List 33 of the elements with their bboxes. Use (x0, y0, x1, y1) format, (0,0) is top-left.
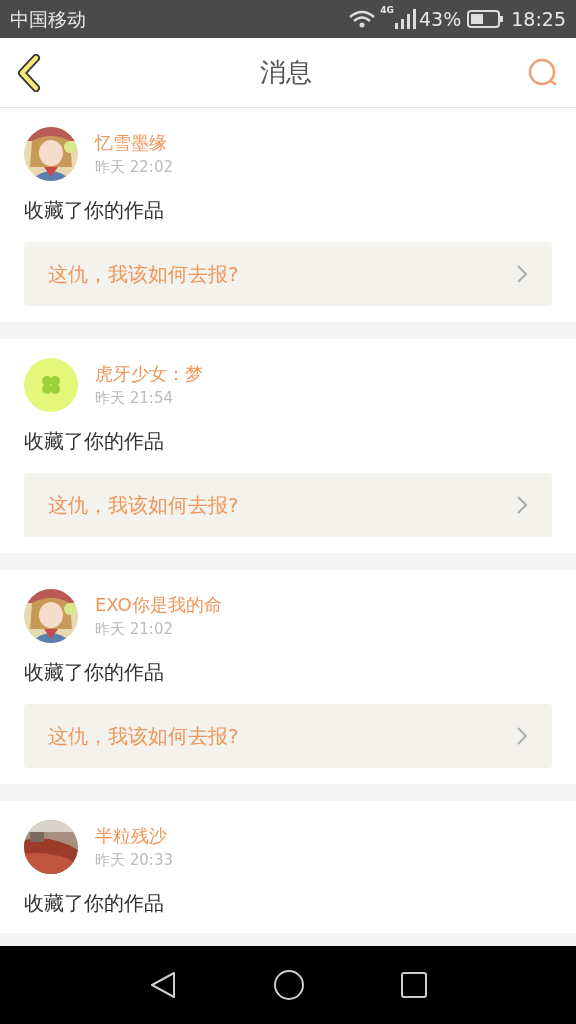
user-name[interactable]: 虎牙少女：梦 (95, 361, 203, 387)
message-text: 收藏了你的作品 (24, 659, 165, 686)
clock: 18:25 (511, 6, 566, 32)
user-name[interactable]: 忆雪墨缘 (95, 130, 173, 156)
signal-icon (394, 9, 416, 29)
message-card[interactable]: 虎牙少女：梦 昨天 21:54 收藏了你的作品 这仇，我该如何去报? (0, 339, 576, 553)
message-time: 昨天 22:02 (95, 157, 173, 178)
work-link[interactable]: 这仇，我该如何去报? (24, 242, 552, 306)
carrier-name: 中国移动 (10, 6, 86, 32)
chevron-right-icon (516, 264, 528, 284)
message-time: 昨天 21:54 (95, 388, 174, 409)
chevron-right-icon (516, 495, 528, 515)
message-text: 收藏了你的作品 (24, 428, 165, 455)
message-text: 收藏了你的作品 (24, 890, 165, 917)
page-title: 消息 (260, 56, 312, 89)
user-name[interactable]: 半粒残沙 (95, 823, 173, 849)
battery-percent: 43% (419, 6, 462, 32)
user-name[interactable]: EXO你是我的命 (95, 592, 222, 618)
network-label: 4G (380, 4, 394, 17)
message-time: 昨天 20:33 (95, 850, 173, 871)
message-text: 收藏了你的作品 (24, 197, 165, 224)
message-card[interactable]: EXO你是我的命 昨天 21:02 收藏了你的作品 这仇，我该如何去报? (0, 570, 576, 784)
clover-icon (40, 374, 62, 396)
work-link[interactable]: 这仇，我该如何去报? (24, 704, 552, 768)
message-card[interactable]: 半粒残沙 昨天 20:33 收藏了你的作品 (0, 801, 576, 933)
message-card[interactable]: 忆雪墨缘 昨天 22:02 收藏了你的作品 这仇，我该如何去报? (0, 108, 576, 322)
wifi-icon (348, 9, 377, 29)
recents-nav-button[interactable] (400, 971, 429, 999)
work-link[interactable]: 这仇，我该如何去报? (24, 473, 552, 537)
message-time: 昨天 21:02 (95, 619, 174, 640)
home-nav-button[interactable] (273, 969, 305, 1001)
chevron-right-icon (516, 726, 528, 746)
battery-icon (467, 10, 504, 28)
